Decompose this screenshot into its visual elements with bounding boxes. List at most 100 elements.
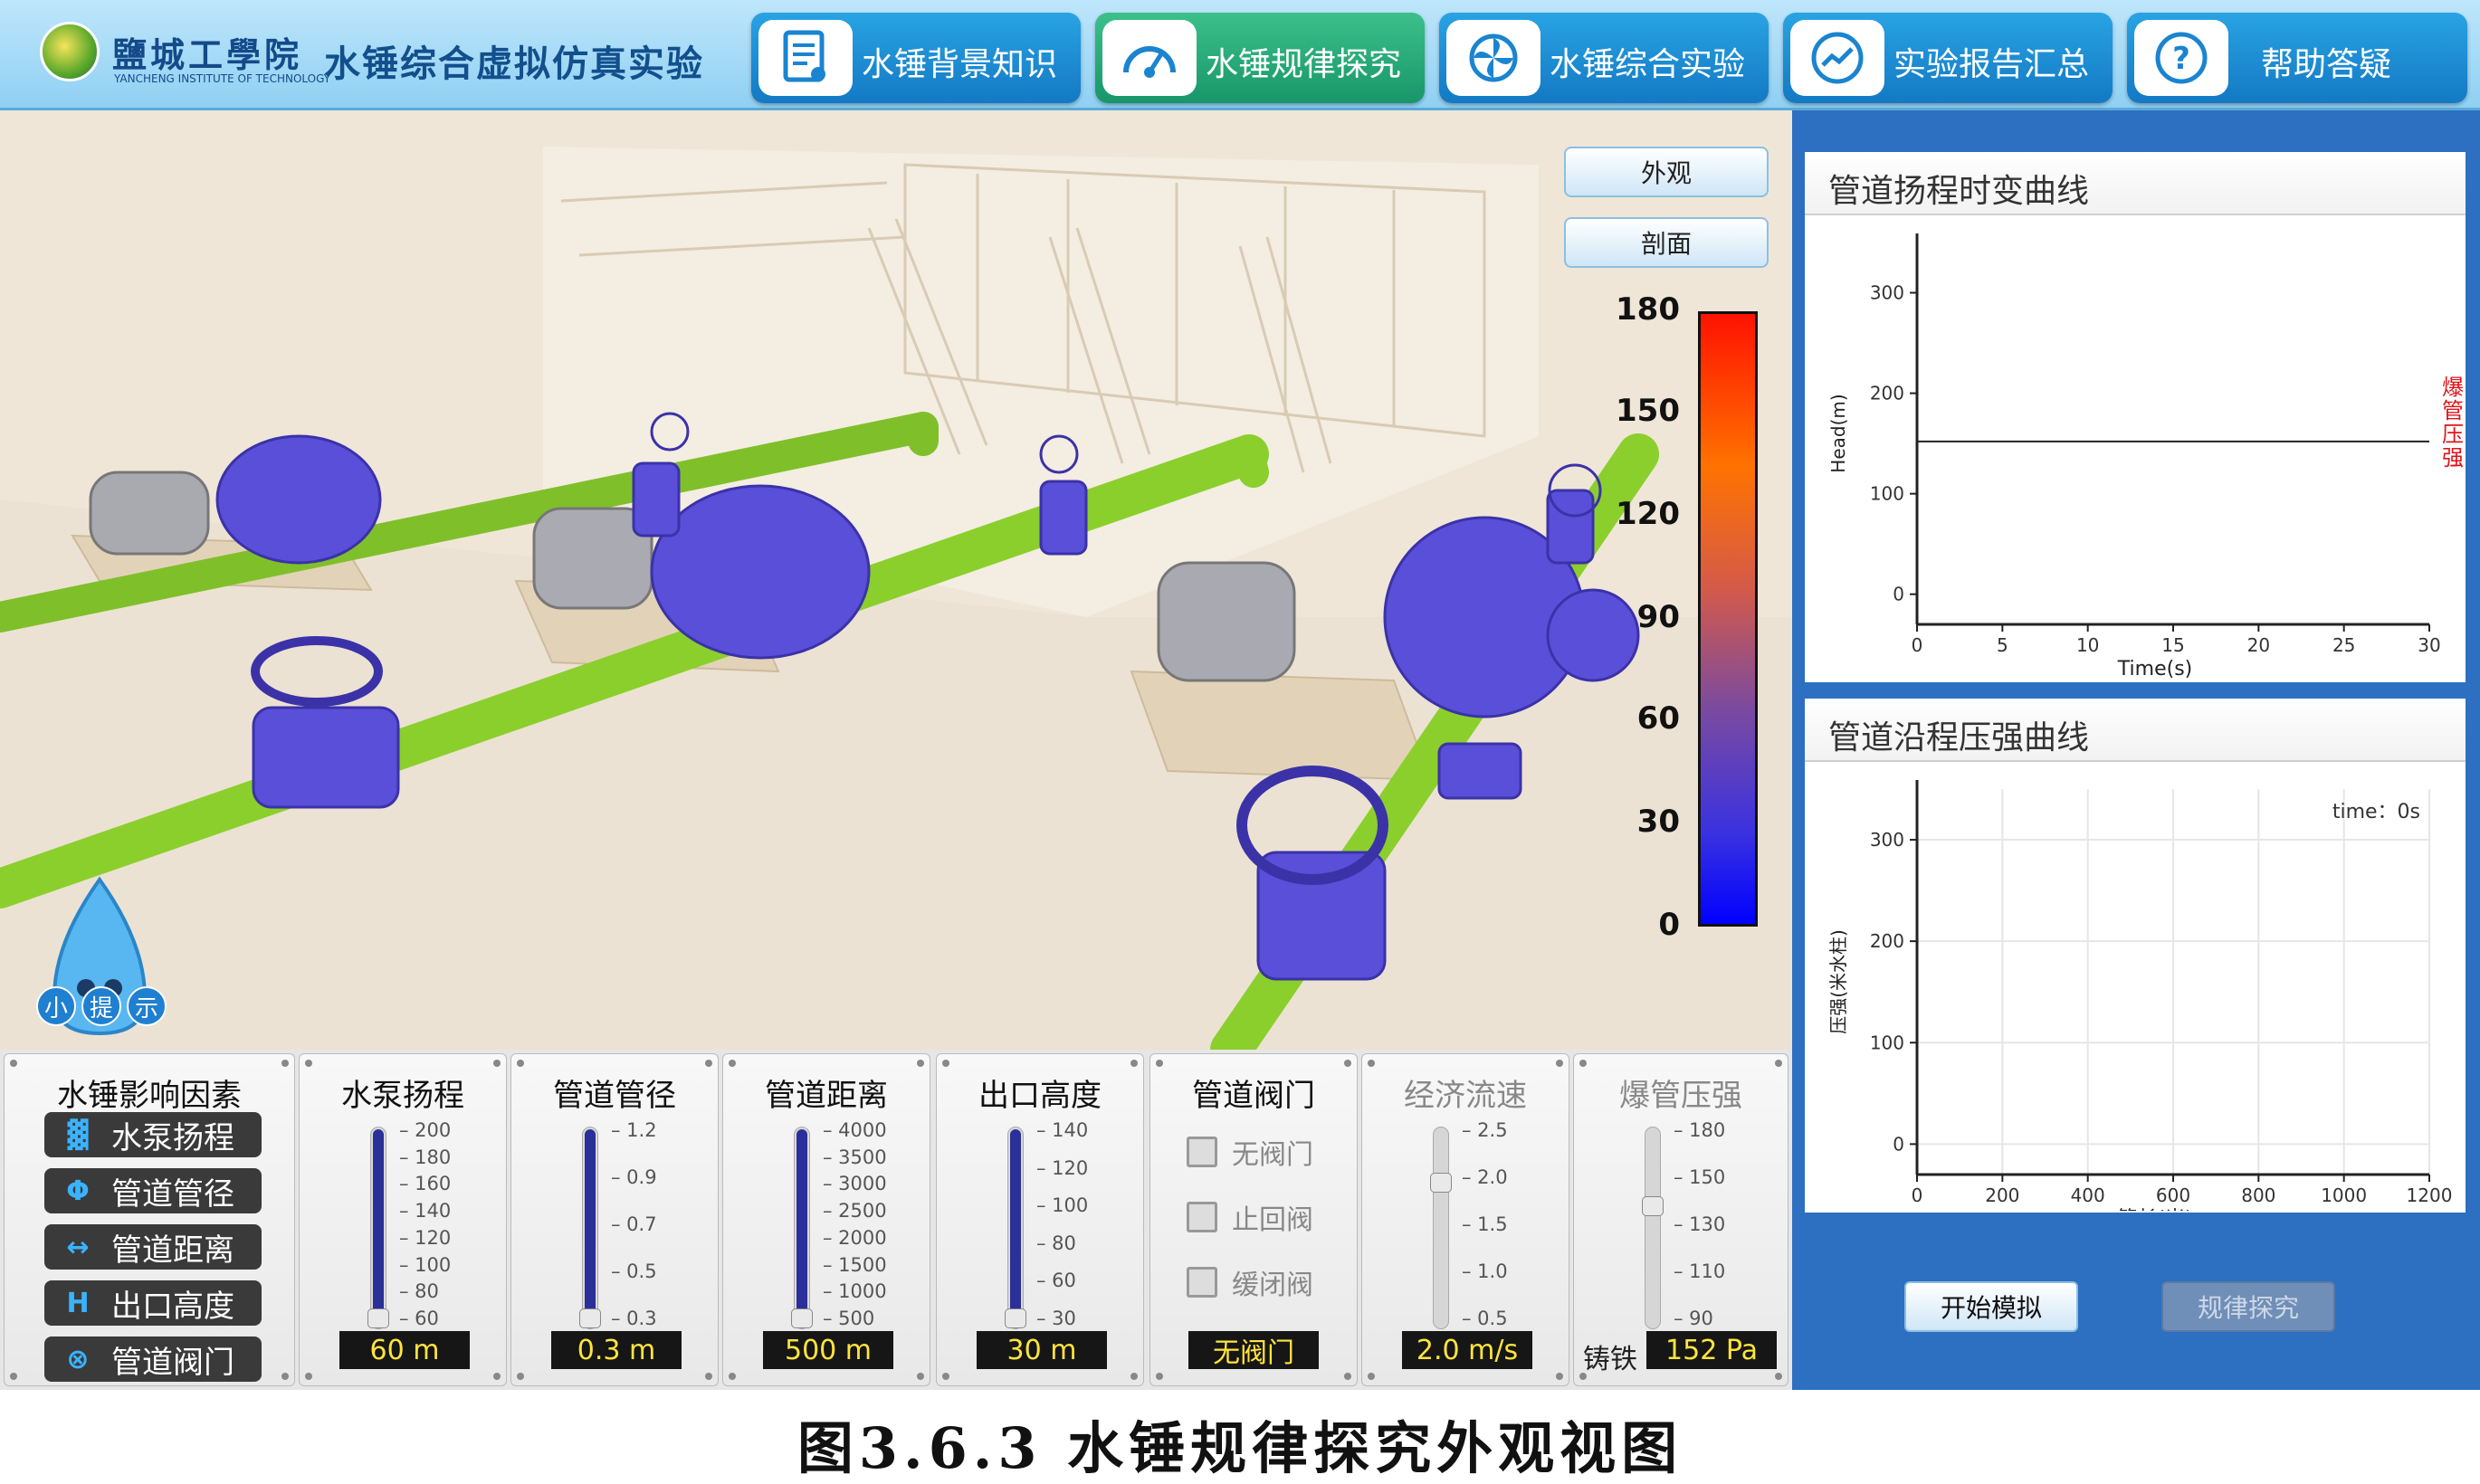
outlet-height-title: 出口高度 — [978, 1078, 1102, 1114]
section-view-button[interactable]: 剖面 — [1564, 217, 1769, 268]
pipe-distance-value: 500 m — [763, 1331, 893, 1369]
panel-screw — [1775, 1060, 1782, 1067]
slider-tick: – 150 — [1674, 1166, 1726, 1188]
tab-label: 帮助答疑 — [2261, 46, 2392, 83]
checkbox[interactable] — [1187, 1202, 1217, 1232]
slider-tick: – 2.0 — [1462, 1166, 1508, 1188]
x-tick-label: 600 — [2156, 1184, 2190, 1206]
slider-tick: – 140 — [1036, 1119, 1089, 1141]
question-icon: ? — [2134, 20, 2228, 96]
panel-screw — [705, 1373, 712, 1380]
slider-knob[interactable] — [791, 1308, 813, 1328]
factor-pump-head[interactable]: ▓ 水泵扬程 — [44, 1112, 262, 1157]
pipe-diameter-value: 0.3 m — [551, 1331, 682, 1369]
burst-pressure-label: 管 — [2442, 398, 2464, 423]
valve-option-none[interactable]: 无阀门 — [1187, 1132, 1313, 1172]
explore-law-button[interactable]: 规律探究 — [2161, 1281, 2335, 1332]
tab-background-knowledge[interactable]: 水锤背景知识 — [751, 13, 1081, 103]
slider-tick: – 180 — [1674, 1119, 1726, 1141]
pipe-distance-panel: 管道距离 – 4000 – 3500 – 3000 – 2500 – 2000 – 1500… — [722, 1053, 930, 1386]
burst-pressure-label: 爆 — [2442, 375, 2464, 400]
factor-pipe-diameter[interactable]: Φ 管道管径 — [44, 1168, 262, 1213]
slider-tick: – 60 — [1036, 1270, 1076, 1292]
valve-option-slow-close[interactable]: 缓闭阀 — [1187, 1262, 1313, 1302]
tab-comprehensive-experiment[interactable]: 水锤综合实验 — [1439, 13, 1769, 103]
outlet-height-panel: 出口高度 – 140 – 120 – 100 – 80 – 60 – 30 30 m — [936, 1053, 1144, 1386]
panel-screw — [305, 1060, 312, 1067]
flow-speed-slider[interactable] — [1430, 1127, 1452, 1329]
factors-panel: 水锤影响因素 ▓ 水泵扬程 Φ 管道管径 ↔ 管道距离 H 出口高度 ⊗ 管道阀门 — [4, 1053, 295, 1386]
flow-speed-panel: 经济流速 – 2.5 – 2.0 – 1.5 – 1.0 – 0.5 2.0 m/s — [1361, 1053, 1569, 1386]
burst-pressure-slider[interactable] — [1642, 1127, 1664, 1329]
slider-tick: – 100 — [1036, 1194, 1089, 1217]
height-icon: H — [66, 1287, 90, 1319]
pipe-diameter-slider[interactable] — [579, 1127, 601, 1329]
factor-pipe-distance[interactable]: ↔ 管道距离 — [44, 1224, 262, 1270]
pump-head-slider[interactable] — [367, 1127, 389, 1329]
y-tick-label: 300 — [1870, 282, 1904, 304]
x-tick-label: 0 — [1912, 1184, 1923, 1206]
panel-screw — [305, 1373, 312, 1380]
slider-knob[interactable] — [1005, 1308, 1026, 1328]
burst-pressure-title: 爆管压强 — [1619, 1078, 1742, 1114]
time-readout: time：0s — [2332, 801, 2420, 823]
slider-knob[interactable] — [367, 1308, 389, 1328]
option-label: 止回阀 — [1232, 1204, 1313, 1236]
panel-screw — [1156, 1373, 1163, 1380]
panel-screw — [1775, 1373, 1782, 1380]
head-chart-title: 管道扬程时变曲线 — [1805, 152, 2466, 215]
pipe-material[interactable]: 铸铁 — [1583, 1337, 1637, 1376]
panel-screw — [517, 1373, 524, 1380]
tab-law-exploration[interactable]: 水锤规律探究 — [1095, 13, 1425, 103]
panel-screw — [1556, 1060, 1563, 1067]
slider-tick: – 120 — [399, 1226, 452, 1249]
burst-pressure-label: 压 — [2442, 422, 2464, 447]
slider-tick: – 0.5 — [1462, 1308, 1508, 1329]
valve-option-check[interactable]: 止回阀 — [1187, 1197, 1313, 1237]
y-tick-label: 200 — [1870, 383, 1904, 404]
factor-outlet-height[interactable]: H 出口高度 — [44, 1280, 262, 1326]
slider-tick: – 1.0 — [1462, 1260, 1508, 1282]
panel-screw — [281, 1060, 289, 1067]
valve-icon: ⊗ — [66, 1343, 90, 1375]
pipe-distance-slider[interactable] — [791, 1127, 813, 1329]
slider-knob[interactable] — [579, 1308, 601, 1328]
slider-knob[interactable] — [1642, 1196, 1664, 1216]
x-axis-label: 管长(米) — [2117, 1208, 2192, 1211]
panel-screw — [917, 1373, 924, 1380]
panel-screw — [493, 1373, 501, 1380]
scale-label: 60 — [1636, 700, 1680, 737]
x-tick-label: 0 — [1912, 634, 1923, 656]
factor-pipe-valve[interactable]: ⊗ 管道阀门 — [44, 1337, 262, 1382]
hint-button[interactable]: 小 提 示 — [36, 986, 172, 1035]
3d-scene-viewport[interactable]: 外观 剖面 180 150 120 90 60 30 0 小 提 示 — [0, 110, 1792, 1050]
scale-label: 150 — [1616, 393, 1680, 429]
slider-tick: – 2500 — [823, 1200, 887, 1222]
pipe-diameter-panel: 管道管径 – 1.2 – 0.9 – 0.7 – 0.5 – 0.3 0.3 m — [510, 1053, 719, 1386]
factor-label: 出口高度 — [111, 1288, 234, 1325]
checkbox[interactable] — [1187, 1267, 1217, 1298]
slider-tick: – 2.5 — [1462, 1119, 1508, 1141]
flow-speed-value: 2.0 m/s — [1402, 1331, 1532, 1369]
start-simulation-button[interactable]: 开始模拟 — [1904, 1281, 2078, 1332]
burst-pressure-panel: 爆管压强 – 180 – 150 – 130 – 110 – 90 铸铁 152 Pa — [1573, 1053, 1788, 1386]
outlet-height-slider[interactable] — [1005, 1127, 1026, 1329]
slider-tick: – 500 — [823, 1308, 875, 1329]
pressure-chart-card: 管道沿程压强曲线 300 200 100 0 0 200 400 600 800 1000 1200… — [1805, 699, 2466, 1231]
y-tick-label: 100 — [1870, 483, 1904, 505]
school-name-en: YANCHENG INSTITUTE OF TECHNOLOGY — [114, 72, 331, 85]
pressure-chart: 3002001000020040060080010001200管长(米)压强(米… — [1827, 780, 2452, 1231]
slider-tick: – 80 — [1036, 1232, 1076, 1254]
scale-label: 0 — [1658, 907, 1680, 943]
slider-tick: – 90 — [1674, 1308, 1713, 1329]
slider-knob[interactable] — [1430, 1173, 1452, 1193]
exterior-view-button[interactable]: 外观 — [1564, 147, 1769, 197]
pump-head-value: 60 m — [339, 1331, 470, 1369]
tab-report-summary[interactable]: 实验报告汇总 — [1783, 13, 2113, 103]
burst-pressure-value: 152 Pa — [1646, 1331, 1777, 1369]
slider-tick: – 3500 — [823, 1146, 887, 1168]
scale-label: 30 — [1636, 804, 1680, 840]
y-axis-label: Head(m) — [1827, 394, 1849, 472]
checkbox[interactable] — [1187, 1137, 1217, 1167]
tab-help[interactable]: ? 帮助答疑 — [2127, 13, 2467, 103]
